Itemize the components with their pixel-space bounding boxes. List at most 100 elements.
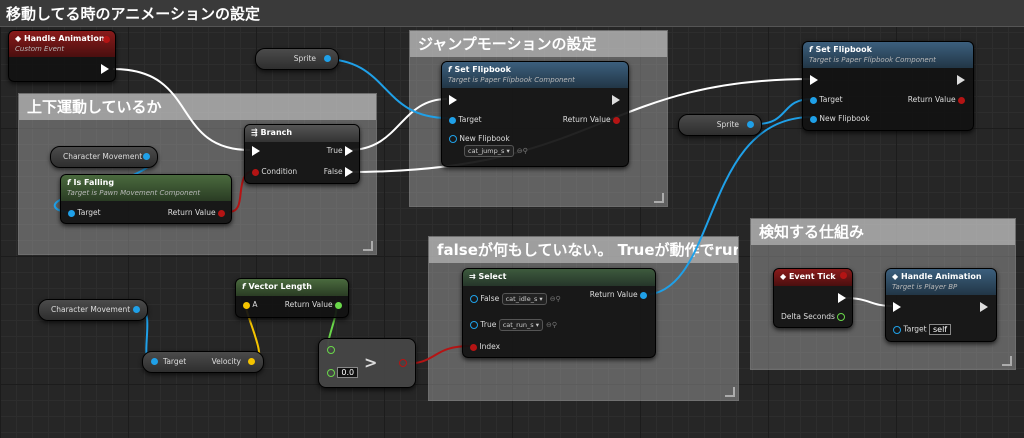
target-pin[interactable] bbox=[151, 358, 158, 365]
is-falling-node[interactable]: f Is Falling Target is Pawn Movement Comp… bbox=[60, 174, 232, 224]
exec-out-pin[interactable] bbox=[838, 293, 846, 303]
operator-label: > bbox=[364, 353, 378, 372]
target-pin[interactable] bbox=[449, 116, 456, 124]
dropdown-value: cat_idle_s bbox=[505, 295, 538, 303]
exec-in-pin[interactable] bbox=[810, 75, 818, 85]
return-value-pin[interactable] bbox=[335, 301, 342, 309]
node-header: f Vector Length bbox=[236, 279, 348, 296]
variable-label: Sprite bbox=[293, 54, 316, 63]
return-value-pin[interactable] bbox=[613, 116, 620, 124]
node-title-text: Vector Length bbox=[248, 282, 312, 291]
character-movement-variable[interactable]: Character Movement bbox=[50, 146, 158, 168]
character-movement-variable[interactable]: Character Movement bbox=[38, 299, 148, 321]
pin-label: Velocity bbox=[211, 357, 241, 366]
browse-icon[interactable]: ⊖⚲ bbox=[546, 321, 557, 329]
dropdown-value: cat_jump_s bbox=[468, 147, 505, 155]
node-title: f Vector Length bbox=[242, 281, 342, 293]
resize-handle[interactable] bbox=[1002, 356, 1012, 366]
exec-out-pin[interactable] bbox=[980, 302, 988, 312]
object-out-pin[interactable] bbox=[747, 121, 754, 128]
greater-than-node[interactable]: 0.0 > bbox=[318, 338, 416, 388]
false-option-pin[interactable] bbox=[470, 295, 478, 303]
condition-pin[interactable] bbox=[252, 168, 259, 176]
false-option-dropdown[interactable]: cat_idle_s ▾ bbox=[501, 293, 547, 305]
velocity-getter-node[interactable]: Target Velocity bbox=[142, 351, 264, 373]
dropdown-value: cat_run_s bbox=[502, 321, 534, 329]
variable-label: Character Movement bbox=[63, 152, 143, 161]
exec-in-pin[interactable] bbox=[449, 95, 457, 105]
delegate-pin-icon[interactable] bbox=[840, 272, 847, 279]
true-option-pin[interactable] bbox=[470, 321, 478, 329]
index-pin[interactable] bbox=[470, 343, 477, 351]
event-tick-node[interactable]: ◆ Event Tick Delta Seconds bbox=[773, 268, 853, 328]
b-value-field[interactable]: 0.0 bbox=[337, 367, 359, 378]
new-flipbook-pin[interactable] bbox=[810, 115, 817, 123]
function-icon: f bbox=[448, 65, 452, 74]
delegate-pin-icon[interactable] bbox=[103, 36, 110, 43]
set-flipbook-node[interactable]: f Set Flipbook Target is Paper Flipbook C… bbox=[802, 41, 974, 131]
a-input-pin[interactable] bbox=[327, 346, 335, 354]
exec-in-pin[interactable] bbox=[252, 146, 260, 156]
pin-label: Return Value bbox=[284, 300, 333, 309]
a-pin[interactable] bbox=[243, 301, 250, 309]
node-header: f Is Falling Target is Pawn Movement Comp… bbox=[61, 175, 231, 201]
browse-icon[interactable]: ⊖⚲ bbox=[517, 147, 528, 155]
branch-node[interactable]: ⇶ Branch True Condition False bbox=[244, 124, 360, 184]
node-header: ⇶ Branch bbox=[245, 125, 359, 142]
exec-in-pin[interactable] bbox=[893, 302, 901, 312]
node-title-text: Handle Animation bbox=[23, 34, 105, 43]
new-flipbook-pin[interactable] bbox=[449, 135, 457, 143]
resize-handle[interactable] bbox=[654, 193, 664, 203]
pin-label: Return Value bbox=[562, 115, 611, 124]
node-subtitle: Custom Event bbox=[15, 45, 65, 53]
comment-title: 検知する仕組み bbox=[751, 219, 1015, 245]
node-title: ◆ Handle Animation bbox=[892, 271, 990, 283]
node-title-text: Branch bbox=[260, 128, 293, 137]
node-subtitle: Target is Pawn Movement Component bbox=[67, 189, 201, 197]
result-pin[interactable] bbox=[399, 359, 407, 367]
pin-label: False bbox=[480, 294, 500, 303]
pin-label: Target bbox=[458, 115, 482, 124]
object-out-pin[interactable] bbox=[143, 153, 150, 160]
resize-handle[interactable] bbox=[725, 387, 735, 397]
pin-label: New Flipbook bbox=[819, 114, 870, 123]
sprite-variable[interactable]: Sprite bbox=[678, 114, 762, 136]
browse-icon[interactable]: ⊖⚲ bbox=[550, 295, 561, 303]
node-title: ◆ Handle Animation bbox=[15, 33, 109, 45]
delta-seconds-pin[interactable] bbox=[837, 313, 846, 321]
true-option-dropdown[interactable]: cat_run_s ▾ bbox=[498, 319, 543, 331]
exec-out-pin[interactable] bbox=[101, 64, 109, 74]
pin-label: Return Value bbox=[907, 95, 956, 104]
comment-title: ジャンプモーションの設定 bbox=[410, 31, 667, 57]
pin-label: Condition bbox=[261, 167, 298, 176]
false-exec-pin[interactable] bbox=[345, 167, 353, 177]
velocity-out-pin[interactable] bbox=[248, 358, 255, 365]
node-header: f Set Flipbook Target is Paper Flipbook C… bbox=[442, 62, 628, 88]
b-input-pin[interactable] bbox=[327, 368, 335, 377]
target-pin[interactable] bbox=[810, 96, 817, 104]
exec-out-pin[interactable] bbox=[957, 75, 965, 85]
target-pin[interactable] bbox=[893, 325, 901, 334]
object-out-pin[interactable] bbox=[133, 306, 140, 313]
target-pin[interactable] bbox=[68, 209, 75, 217]
pin-label: A bbox=[252, 300, 258, 309]
object-out-pin[interactable] bbox=[324, 55, 331, 62]
exec-out-pin[interactable] bbox=[612, 95, 620, 105]
vector-length-node[interactable]: f Vector Length A Return Value bbox=[235, 278, 349, 318]
handle-animation-call-node[interactable]: ◆ Handle Animation Target is Player BP T… bbox=[885, 268, 997, 342]
set-flipbook-node[interactable]: f Set Flipbook Target is Paper Flipbook C… bbox=[441, 61, 629, 167]
node-title-text: Handle Animation bbox=[900, 272, 982, 281]
flipbook-dropdown[interactable]: cat_jump_s ▾ bbox=[464, 145, 514, 157]
return-value-pin[interactable] bbox=[218, 209, 225, 217]
pin-label: Index bbox=[479, 342, 501, 351]
resize-handle[interactable] bbox=[363, 241, 373, 251]
target-value-field[interactable]: self bbox=[928, 324, 952, 335]
select-node[interactable]: ⇉ Select False cat_idle_s ▾ ⊖⚲ Return Val… bbox=[462, 268, 656, 358]
sprite-variable[interactable]: Sprite bbox=[255, 48, 339, 70]
handle-animation-event-node[interactable]: ◆ Handle Animation Custom Event bbox=[8, 30, 116, 82]
return-value-pin[interactable] bbox=[640, 291, 647, 299]
node-title: ⇶ Branch bbox=[251, 127, 353, 139]
return-value-pin[interactable] bbox=[958, 96, 965, 104]
pin-label: Target bbox=[819, 95, 843, 104]
true-exec-pin[interactable] bbox=[345, 146, 353, 156]
